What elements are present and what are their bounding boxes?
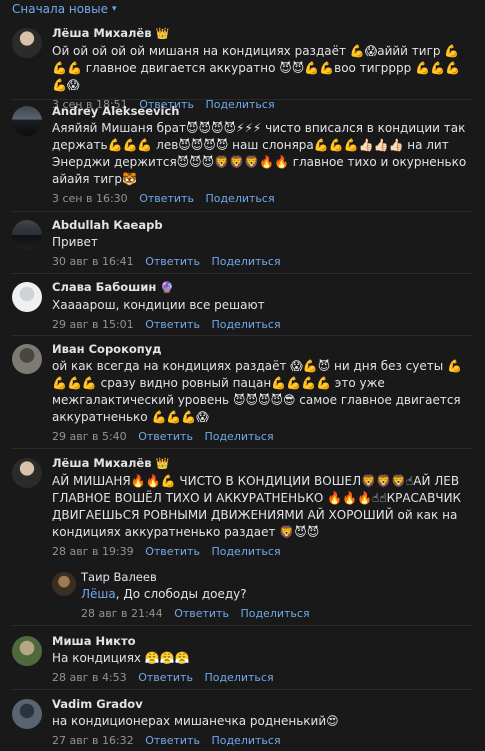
share-button[interactable]: Поделиться — [240, 607, 309, 620]
sort-label: Сначала новые — [12, 2, 108, 16]
comment-text: Аяяйяй Мишаня брат😈😈😈😈⚡⚡⚡ чисто вписался… — [52, 121, 467, 186]
reply-button[interactable]: Ответить — [138, 430, 193, 443]
author-name[interactable]: Andrey Alekseevich — [52, 104, 179, 118]
comment-author[interactable]: Иван Сорокопуд — [52, 342, 473, 356]
comment: Лёша Михалёв 👑 АЙ МИШАНЯ🔥🔥💪 ЧИСТО В КОНДИ… — [0, 456, 485, 560]
author-name[interactable]: Таир Валеев — [81, 570, 157, 584]
comment: Abdullah Каеарb Привет 30 авг в 16:41 От… — [0, 218, 485, 270]
comment: Andrey Alekseevich Аяяйяй Мишаня брат😈😈😈… — [0, 104, 485, 208]
divider — [12, 99, 473, 100]
author-name[interactable]: Лёша Михалёв — [52, 456, 152, 470]
divider — [12, 448, 473, 449]
avatar[interactable] — [52, 572, 76, 596]
comment-author[interactable]: Таир Валеев — [81, 570, 473, 584]
share-button[interactable]: Поделиться — [211, 318, 280, 331]
author-name[interactable]: Vadim Gradov — [52, 697, 143, 711]
comment: Лёша Михалёв 👑 Ой ой ой ой ой мишаня на к… — [0, 26, 485, 111]
avatar[interactable] — [12, 106, 42, 136]
divider — [12, 625, 473, 626]
comment: Миша Никто На кондициях 😤😤😤 28 авг в 4:5… — [0, 634, 485, 686]
reply-button[interactable]: Ответить — [138, 671, 193, 684]
crown-icon: 👑 — [155, 27, 170, 40]
comment-date[interactable]: 28 авг в 21:44 — [81, 607, 163, 620]
reply-button[interactable]: Ответить — [145, 734, 200, 747]
reply-button[interactable]: Ответить — [145, 545, 200, 558]
share-button[interactable]: Поделиться — [211, 255, 280, 268]
comment: Слава Бабошин 🔮 Хаааарош, кондиции все ре… — [0, 280, 485, 332]
comment-text: На кондициях 😤😤😤 — [52, 651, 190, 665]
comment-text: Привет — [52, 235, 98, 249]
avatar[interactable] — [12, 282, 42, 312]
comment-text: Хаааарош, кондиции все решают — [52, 298, 265, 312]
avatar[interactable] — [12, 699, 42, 729]
crystal-ball-icon: 🔮 — [160, 281, 175, 294]
share-button[interactable]: Поделиться — [211, 545, 280, 558]
reply-button[interactable]: Ответить — [145, 318, 200, 331]
comment: Vadim Gradov на кондиционерах мишанечка … — [0, 697, 485, 751]
reply-text: , До слободы доеду? — [115, 587, 247, 601]
comment-text: на кондиционерах мишанечка родненький😍 — [52, 714, 339, 728]
comment-author[interactable]: Лёша Михалёв 👑 — [52, 456, 473, 471]
sort-dropdown[interactable]: Сначала новые ▾ — [12, 2, 117, 16]
reply-button[interactable]: Ответить — [145, 255, 200, 268]
reply-button[interactable]: Ответить — [139, 192, 194, 205]
comment-text: ой как всегда на кондициях раздаёт 😱💪😈 н… — [52, 359, 462, 424]
reply-comment: Таир Валеев Лёша, До слободы доеду? 28 а… — [0, 570, 485, 622]
comment-author[interactable]: Слава Бабошин 🔮 — [52, 280, 473, 295]
divider — [12, 689, 473, 690]
avatar[interactable] — [12, 458, 42, 488]
divider — [12, 335, 473, 336]
chevron-down-icon: ▾ — [111, 4, 117, 14]
comment-date[interactable]: 28 авг в 19:39 — [52, 545, 134, 558]
author-name[interactable]: Abdullah Каеарb — [52, 218, 163, 232]
share-button[interactable]: Поделиться — [204, 430, 273, 443]
comment-date[interactable]: 27 авг в 16:32 — [52, 734, 134, 747]
avatar[interactable] — [12, 28, 42, 58]
mention-link[interactable]: Лёша — [81, 587, 116, 601]
author-name[interactable]: Лёша Михалёв — [52, 26, 152, 40]
share-button[interactable]: Поделиться — [205, 192, 274, 205]
author-name[interactable]: Миша Никто — [52, 634, 136, 648]
avatar[interactable] — [12, 636, 42, 666]
crown-icon: 👑 — [155, 457, 170, 470]
comment: Иван Сорокопуд ой как всегда на кондиция… — [0, 342, 485, 446]
avatar[interactable] — [12, 220, 42, 250]
share-button[interactable]: Поделиться — [211, 734, 280, 747]
author-name[interactable]: Слава Бабошин — [52, 280, 156, 294]
share-button[interactable]: Поделиться — [204, 671, 273, 684]
comment-text: АЙ МИШАНЯ🔥🔥💪 ЧИСТО В КОНДИЦИИ ВОШЕЛ🦁🦁🦁☝А… — [52, 474, 462, 539]
comment-date[interactable]: 29 авг в 15:01 — [52, 318, 134, 331]
divider — [12, 273, 473, 274]
comment-date[interactable]: 3 сен в 16:30 — [52, 192, 128, 205]
divider — [12, 211, 473, 212]
avatar[interactable] — [12, 344, 42, 374]
comment-date[interactable]: 30 авг в 16:41 — [52, 255, 134, 268]
comment-author[interactable]: Andrey Alekseevich — [52, 104, 473, 118]
comment-text: Лёша, До слободы доеду? — [81, 586, 473, 603]
comment-author[interactable]: Vadim Gradov — [52, 697, 473, 711]
comment-date[interactable]: 28 авг в 4:53 — [52, 671, 127, 684]
author-name[interactable]: Иван Сорокопуд — [52, 342, 162, 356]
comment-author[interactable]: Лёша Михалёв 👑 — [52, 26, 473, 41]
comment-text: Ой ой ой ой ой мишаня на кондициях разда… — [52, 44, 460, 92]
reply-button[interactable]: Ответить — [174, 607, 229, 620]
comment-author[interactable]: Abdullah Каеарb — [52, 218, 473, 232]
comment-author[interactable]: Миша Никто — [52, 634, 473, 648]
comment-date[interactable]: 29 авг в 5:40 — [52, 430, 127, 443]
